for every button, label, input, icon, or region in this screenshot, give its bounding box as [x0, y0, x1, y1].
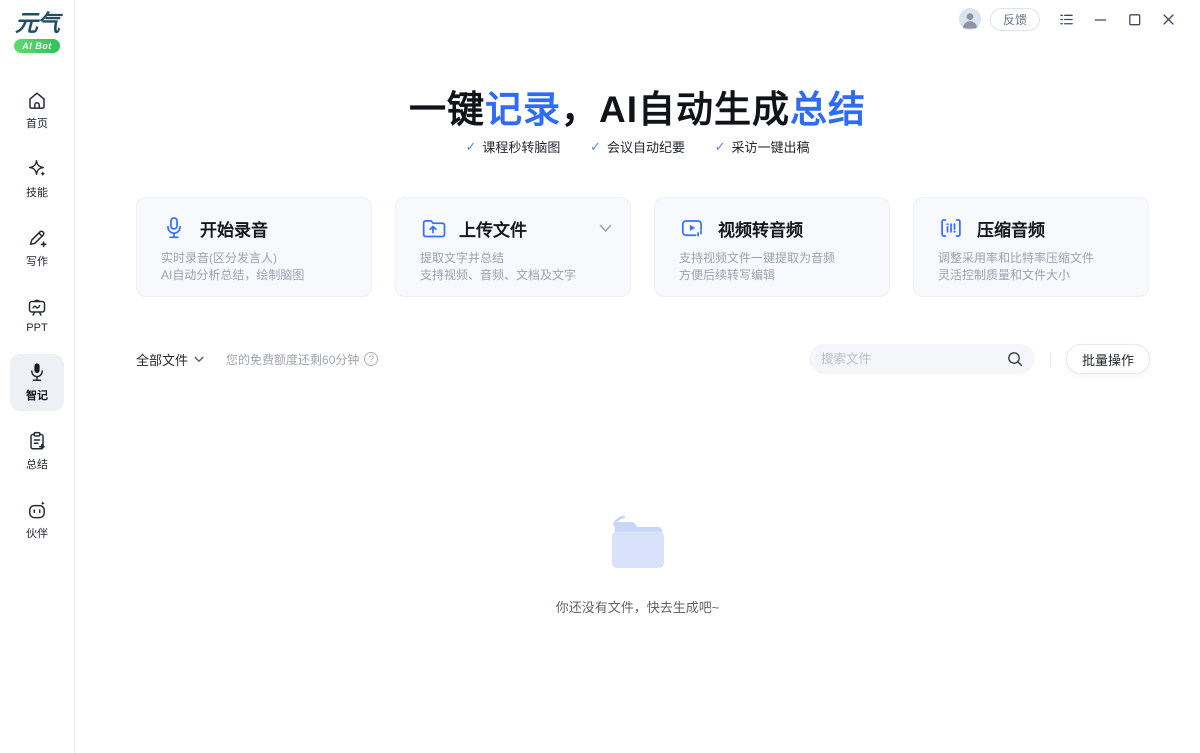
user-icon	[959, 8, 981, 30]
card-desc-line: 支持视频文件一键提取为音频	[679, 250, 871, 267]
chevron-down-icon[interactable]	[599, 224, 612, 233]
toolbar-divider	[1050, 352, 1051, 366]
file-toolbar: 全部文件 您的免费额度还剩60分钟 ? 批量操作	[136, 344, 1150, 374]
video-to-audio-card[interactable]: 视频转音频 支持视频文件一键提取为音频 方便后续转写编辑	[654, 197, 890, 297]
sidebar-item-home[interactable]: 首页	[10, 82, 64, 139]
empty-folder-icon	[606, 514, 670, 572]
task-list-icon[interactable]	[1059, 12, 1074, 27]
action-cards: 开始录音 实时录音(区分发言人) AI自动分析总结，绘制脑图 上传文件 提取文字…	[136, 197, 1149, 297]
close-icon[interactable]	[1161, 12, 1176, 27]
avatar[interactable]	[959, 8, 981, 30]
card-description: 支持视频文件一键提取为音频 方便后续转写编辑	[679, 250, 871, 284]
video-to-audio-icon	[679, 215, 705, 241]
sidebar-item-label: PPT	[26, 322, 47, 334]
file-filter-dropdown[interactable]: 全部文件	[136, 350, 204, 369]
sidebar-item-smart-notes[interactable]: 智记	[10, 354, 64, 411]
card-desc-line: 调整采用率和比特率压缩文件	[938, 250, 1130, 267]
sidebar-item-label: 智记	[26, 387, 48, 403]
sidebar-item-label: 总结	[26, 456, 48, 472]
home-icon	[26, 89, 48, 111]
feedback-button[interactable]: 反馈	[990, 8, 1040, 31]
card-description: 提取文字并总结 支持视频、音频、文档及文字	[420, 250, 612, 284]
pen-icon	[26, 227, 48, 249]
presentation-icon	[26, 296, 48, 318]
robot-icon	[26, 499, 48, 521]
compress-audio-card[interactable]: 压缩音频 调整采用率和比特率压缩文件 灵活控制质量和文件大小	[913, 197, 1149, 297]
filter-label: 全部文件	[136, 350, 188, 369]
title-highlight: 总结	[790, 89, 866, 130]
app-logo-badge: AI Bot	[14, 39, 60, 53]
feature-item: ✓ 会议自动纪要	[590, 137, 685, 156]
card-header: 视频转音频	[679, 215, 871, 241]
upload-folder-icon	[420, 215, 446, 241]
page-title: 一键记录，AI自动生成总结	[75, 79, 1200, 133]
clipboard-icon	[26, 430, 48, 452]
sidebar-item-label: 首页	[26, 115, 48, 131]
card-title: 上传文件	[459, 216, 527, 241]
feature-label: 课程秒转脑图	[482, 137, 560, 156]
empty-state: 你还没有文件，快去生成吧~	[75, 514, 1200, 616]
feature-item: ✓ 采访一键出稿	[715, 137, 810, 156]
title-part: ，AI自动生成	[561, 89, 790, 130]
card-header: 上传文件	[420, 215, 612, 241]
card-header: 压缩音频	[938, 215, 1130, 241]
card-description: 调整采用率和比特率压缩文件 灵活控制质量和文件大小	[938, 250, 1130, 284]
title-part: 一键	[409, 89, 485, 130]
sparkle-icon	[26, 158, 48, 180]
check-icon: ✓	[465, 139, 476, 155]
card-title: 视频转音频	[718, 216, 803, 241]
sidebar-item-summary[interactable]: 总结	[10, 423, 64, 480]
free-quota: 您的免费额度还剩60分钟 ?	[226, 351, 378, 368]
quota-text: 您的免费额度还剩60分钟	[226, 351, 359, 368]
sidebar-item-label: 伙伴	[26, 525, 48, 541]
card-title: 压缩音频	[977, 216, 1045, 241]
app-logo-text: 元气	[14, 10, 60, 36]
card-title: 开始录音	[200, 216, 268, 241]
card-desc-line: AI自动分析总结，绘制脑图	[161, 267, 353, 284]
check-icon: ✓	[590, 139, 601, 155]
batch-actions-button[interactable]: 批量操作	[1066, 344, 1150, 374]
maximize-icon[interactable]	[1127, 12, 1142, 27]
app-logo: 元气 AI Bot	[14, 10, 60, 54]
empty-state-message: 你还没有文件，快去生成吧~	[75, 597, 1200, 616]
card-desc-line: 支持视频、音频、文档及文字	[420, 267, 612, 284]
feature-list: ✓ 课程秒转脑图 ✓ 会议自动纪要 ✓ 采访一键出稿	[75, 137, 1200, 156]
microphone-icon	[161, 215, 187, 241]
search-box	[809, 344, 1035, 374]
help-icon[interactable]: ?	[364, 352, 378, 366]
sidebar: 元气 AI Bot 首页 技能 写作	[0, 0, 75, 753]
card-desc-line: 提取文字并总结	[420, 250, 612, 267]
minimize-icon[interactable]	[1093, 12, 1108, 27]
feature-item: ✓ 课程秒转脑图	[465, 137, 560, 156]
check-icon: ✓	[715, 139, 726, 155]
card-desc-line: 方便后续转写编辑	[679, 267, 871, 284]
sidebar-item-label: 写作	[26, 253, 48, 269]
sidebar-item-label: 技能	[26, 184, 48, 200]
microphone-icon	[26, 361, 48, 383]
window-topbar: 反馈	[959, 7, 1176, 31]
user-group: 反馈	[959, 8, 1040, 31]
feature-label: 会议自动纪要	[607, 137, 685, 156]
title-highlight: 记录	[485, 89, 561, 130]
sidebar-item-ppt[interactable]: PPT	[10, 289, 64, 342]
upload-file-card[interactable]: 上传文件 提取文字并总结 支持视频、音频、文档及文字	[395, 197, 631, 297]
sidebar-item-skills[interactable]: 技能	[10, 151, 64, 208]
card-header: 开始录音	[161, 215, 353, 241]
card-description: 实时录音(区分发言人) AI自动分析总结，绘制脑图	[161, 250, 353, 284]
search-input[interactable]	[821, 352, 1007, 366]
compress-audio-icon	[938, 215, 964, 241]
card-desc-line: 实时录音(区分发言人)	[161, 250, 353, 267]
card-desc-line: 灵活控制质量和文件大小	[938, 267, 1130, 284]
sidebar-item-writing[interactable]: 写作	[10, 220, 64, 277]
sidebar-item-buddy[interactable]: 伙伴	[10, 492, 64, 549]
start-recording-card[interactable]: 开始录音 实时录音(区分发言人) AI自动分析总结，绘制脑图	[136, 197, 372, 297]
feature-label: 采访一键出稿	[731, 137, 809, 156]
sidebar-nav: 首页 技能 写作 PPT	[10, 82, 64, 549]
chevron-down-icon	[194, 356, 204, 363]
search-icon[interactable]	[1007, 351, 1023, 367]
